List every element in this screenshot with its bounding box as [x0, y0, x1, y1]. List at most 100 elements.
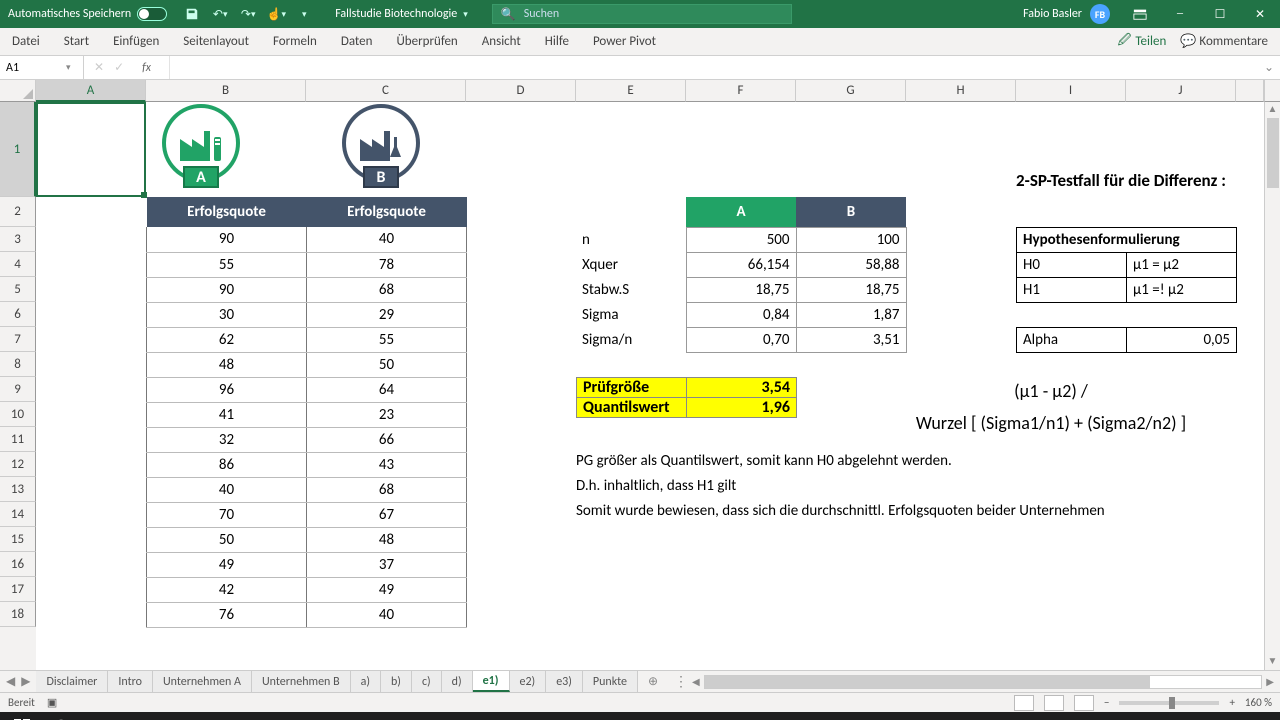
scroll-left-icon[interactable]: ◀ [692, 675, 700, 688]
sheet-tab[interactable]: Intro [108, 671, 153, 692]
row-header-1[interactable]: 1 [0, 102, 36, 197]
stats-label[interactable]: Xquer [576, 252, 686, 277]
vscroll-thumb[interactable] [1267, 118, 1279, 188]
cell-grid[interactable]: A B Erfolgsquote Erfolgsquote 9040557890… [36, 102, 1264, 670]
share-button[interactable]: 🖉 Teilen [1118, 31, 1167, 53]
stats-label[interactable]: Stabw.S [576, 277, 686, 302]
column-header-A[interactable]: A [36, 80, 146, 102]
table-cell[interactable]: 50 [307, 352, 467, 377]
table-cell[interactable]: 64 [307, 377, 467, 402]
new-sheet-button[interactable]: ⊕ [638, 671, 668, 692]
vertical-scrollbar[interactable]: ▲ ▼ [1264, 102, 1280, 670]
table-cell[interactable]: 43 [307, 452, 467, 477]
stats-value-a[interactable]: 0,84 [686, 302, 796, 327]
sheet-tab[interactable]: Unternehmen A [153, 671, 252, 692]
stats-value-b[interactable]: 18,75 [796, 277, 906, 302]
table-cell[interactable]: 55 [307, 327, 467, 352]
cancel-icon[interactable]: ✕ [94, 60, 104, 75]
row-header-10[interactable]: 10 [0, 402, 36, 427]
table-cell[interactable]: 37 [307, 552, 467, 577]
stats-value-a[interactable]: 500 [686, 227, 796, 252]
chevron-down-icon[interactable]: ▾ [66, 62, 71, 73]
row-header-16[interactable]: 16 [0, 552, 36, 577]
hscroll-thumb[interactable] [705, 676, 1150, 688]
row-header-5[interactable]: 5 [0, 277, 36, 302]
ribbon-mode-icon[interactable] [1120, 0, 1160, 28]
obs-icon[interactable]: ◐ [128, 712, 168, 720]
table-cell[interactable]: 48 [147, 352, 307, 377]
table-cell[interactable]: 41 [147, 402, 307, 427]
row-header-11[interactable]: 11 [0, 427, 36, 452]
row-header-4[interactable]: 4 [0, 252, 36, 277]
fx-icon[interactable]: fx [134, 61, 159, 75]
sheet-tab[interactable]: a) [351, 671, 381, 692]
row-header-2[interactable]: 2 [0, 197, 36, 227]
row-header-8[interactable]: 8 [0, 352, 36, 377]
table-cell[interactable]: 32 [147, 427, 307, 452]
stats-value-b[interactable]: 1,87 [796, 302, 906, 327]
sheet-tab[interactable]: Punkte [583, 671, 638, 692]
table-cell[interactable]: 29 [307, 302, 467, 327]
prev-sheet-icon[interactable]: ◀ [6, 674, 15, 689]
search-box[interactable]: 🔍 Suchen [492, 4, 792, 24]
table-cell[interactable]: 55 [147, 252, 307, 277]
name-box[interactable]: ▾ [0, 56, 84, 79]
user-account[interactable]: Fabio Basler FB [1013, 4, 1120, 24]
document-title[interactable]: Fallstudie Biotechnologie ▾ [321, 7, 482, 21]
zoom-in-button[interactable]: + [1229, 696, 1234, 709]
ribbon-tab-hilfe[interactable]: Hilfe [533, 28, 581, 55]
qat-more-icon[interactable]: ▾ [297, 7, 311, 21]
stats-label[interactable]: Sigma [576, 302, 686, 327]
column-header-E[interactable]: E [576, 80, 686, 102]
ribbon-tab-formeln[interactable]: Formeln [261, 28, 329, 55]
ribbon-tab-powerpivot[interactable]: Power Pivot [581, 28, 668, 55]
table-cell[interactable]: 49 [307, 577, 467, 602]
row-header-13[interactable]: 13 [0, 477, 36, 502]
touch-icon[interactable]: ☝▾ [269, 7, 283, 21]
column-header-C[interactable]: C [306, 80, 466, 102]
ribbon-tab-einfuegen[interactable]: Einfügen [101, 28, 171, 55]
ribbon-tab-datei[interactable]: Datei [0, 28, 52, 55]
sheet-nav[interactable]: ◀▶ [0, 671, 36, 692]
word-icon[interactable]: ▦ [212, 712, 252, 720]
row-header-12[interactable]: 12 [0, 452, 36, 477]
table-cell[interactable]: 49 [147, 552, 307, 577]
stats-label[interactable]: Sigma/n [576, 327, 686, 352]
table-cell[interactable]: 30 [147, 302, 307, 327]
table-cell[interactable]: 76 [147, 602, 307, 627]
sheet-tab[interactable]: Unternehmen B [252, 671, 351, 692]
row-header-9[interactable]: 9 [0, 377, 36, 402]
column-header-B[interactable]: B [146, 80, 306, 102]
scroll-right-icon[interactable]: ▶ [1266, 675, 1274, 688]
table-cell[interactable]: 78 [307, 252, 467, 277]
task-view-button[interactable]: ⊞ [86, 712, 126, 720]
sheet-tab[interactable]: b) [381, 671, 412, 692]
table-cell[interactable]: 50 [147, 527, 307, 552]
table-cell[interactable]: 66 [307, 427, 467, 452]
ribbon-tab-seitenlayout[interactable]: Seitenlayout [171, 28, 261, 55]
ribbon-tab-daten[interactable]: Daten [329, 28, 385, 55]
table-cell[interactable]: 68 [307, 277, 467, 302]
search-button[interactable]: 🔍 [44, 712, 84, 720]
stats-label[interactable]: n [576, 227, 686, 252]
sheet-tab[interactable]: e1) [473, 671, 510, 692]
table-cell[interactable]: 40 [147, 477, 307, 502]
comments-button[interactable]: 💬 Kommentare [1180, 34, 1268, 49]
sheet-tab[interactable]: e3) [546, 671, 583, 692]
table-cell[interactable]: 62 [147, 327, 307, 352]
row-header-14[interactable]: 14 [0, 502, 36, 527]
next-sheet-icon[interactable]: ▶ [21, 674, 30, 689]
scroll-down-icon[interactable]: ▼ [1265, 654, 1280, 670]
zoom-slider[interactable] [1119, 701, 1219, 705]
sheet-tab[interactable]: Disclaimer [36, 671, 108, 692]
stats-value-a[interactable]: 0,70 [686, 327, 796, 352]
row-header-18[interactable]: 18 [0, 602, 36, 627]
stats-value-b[interactable]: 58,88 [796, 252, 906, 277]
redo-icon[interactable]: ↷▾ [241, 7, 255, 21]
stats-value-b[interactable]: 100 [796, 227, 906, 252]
sheet-tab[interactable]: d) [442, 671, 473, 692]
undo-icon[interactable]: ↶▾ [213, 7, 227, 21]
column-header-H[interactable]: H [906, 80, 1016, 102]
stats-value-a[interactable]: 66,154 [686, 252, 796, 277]
autosave-toggle[interactable]: Automatisches Speichern [0, 7, 175, 21]
